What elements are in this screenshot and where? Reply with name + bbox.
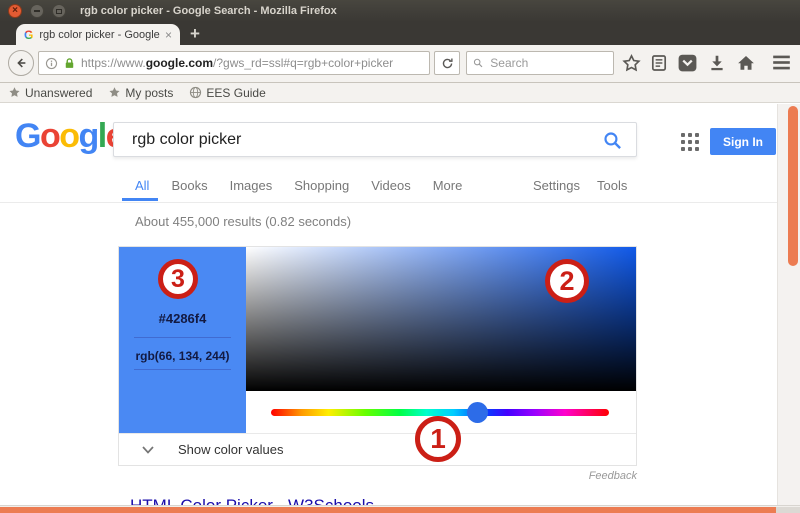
chevron-down-icon — [141, 445, 155, 455]
google-result-tabs: All Books Images Shopping Videos More — [135, 178, 462, 193]
google-search-box[interactable] — [113, 122, 637, 157]
bookmarks-panel-icon[interactable] — [650, 54, 668, 72]
toolbar-search[interactable] — [466, 51, 614, 75]
close-icon: × — [12, 6, 18, 16]
url-text[interactable]: https://www.google.com/?gws_rd=ssl#q=rgb… — [81, 56, 393, 70]
color-selection-marker[interactable] — [649, 245, 673, 269]
show-color-values-row[interactable]: Show color values — [119, 434, 636, 465]
divider — [134, 369, 231, 370]
tab-books[interactable]: Books — [171, 178, 207, 193]
info-icon[interactable] — [45, 57, 58, 70]
result-stats: About 455,000 results (0.82 seconds) — [135, 214, 351, 229]
tabs-divider — [0, 202, 778, 203]
lock-icon[interactable] — [63, 57, 76, 70]
tab-settings[interactable]: Settings — [533, 178, 580, 193]
logo-letter: o — [40, 117, 59, 155]
bookmark-label: Unanswered — [25, 86, 92, 100]
active-tab-underline — [122, 198, 158, 201]
rgb-value: rgb(66, 134, 244) — [119, 349, 246, 363]
search-submit-icon[interactable] — [603, 131, 622, 150]
window-maximize-button[interactable] — [52, 4, 66, 18]
window-close-button[interactable]: × — [8, 4, 22, 18]
bookmark-item-my-posts[interactable]: My posts — [108, 86, 173, 100]
google-search-input[interactable] — [130, 130, 592, 150]
pocket-icon[interactable] — [678, 54, 697, 72]
tab-images[interactable]: Images — [230, 178, 273, 193]
logo-letter: g — [79, 117, 98, 155]
bookmarks-toolbar: Unanswered My posts EES Guide — [0, 83, 800, 103]
horizontal-scrollbar-track[interactable] — [0, 505, 800, 513]
home-icon[interactable] — [737, 54, 755, 72]
hue-slider[interactable] — [271, 409, 609, 416]
maximize-icon — [56, 9, 62, 14]
bookmark-label: EES Guide — [206, 86, 265, 100]
google-logo: Google — [15, 116, 123, 156]
tab-all[interactable]: All — [135, 178, 149, 193]
bookmark-star-icon[interactable] — [622, 54, 641, 73]
logo-letter: l — [98, 117, 106, 155]
show-color-values-label: Show color values — [178, 442, 284, 457]
google-tools-tabs: Settings Tools — [533, 178, 627, 193]
new-tab-button[interactable]: + — [190, 24, 200, 44]
back-arrow-icon — [14, 56, 28, 70]
sign-in-button[interactable]: Sign In — [710, 128, 776, 155]
tab-more[interactable]: More — [433, 178, 463, 193]
firefox-window: × rgb color picker - Google Search - Moz… — [0, 0, 800, 513]
bookmark-label: My posts — [125, 86, 173, 100]
page-content: Google Sign In All Books Images Shopping… — [0, 104, 800, 505]
download-icon[interactable] — [708, 54, 726, 72]
search-icon — [473, 57, 483, 69]
star-icon — [8, 86, 21, 99]
vertical-scrollbar-thumb[interactable] — [788, 106, 798, 266]
url-bar[interactable]: https://www.google.com/?gws_rd=ssl#q=rgb… — [38, 51, 430, 75]
star-icon — [108, 86, 121, 99]
tab-videos[interactable]: Videos — [371, 178, 411, 193]
annotation-circle-1: 1 — [415, 416, 461, 462]
feedback-link[interactable]: Feedback — [118, 470, 637, 482]
reload-icon — [441, 57, 454, 70]
minimize-icon — [34, 10, 40, 12]
tab-shopping[interactable]: Shopping — [294, 178, 349, 193]
url-scheme: https://www. — [81, 56, 146, 70]
tab-close-icon[interactable]: × — [165, 28, 172, 42]
url-domain: google.com — [146, 56, 213, 70]
navigation-toolbar: https://www.google.com/?gws_rd=ssl#q=rgb… — [0, 45, 800, 83]
vertical-scrollbar-track[interactable] — [777, 104, 800, 505]
hex-value: #4286f4 — [119, 311, 246, 326]
google-favicon-icon: G — [24, 28, 33, 42]
tab-title: rgb color picker - Google — [39, 29, 161, 41]
annotation-circle-3: 3 — [158, 259, 198, 299]
window-minimize-button[interactable] — [30, 4, 44, 18]
reload-button[interactable] — [434, 51, 460, 75]
globe-icon — [189, 86, 202, 99]
search-input[interactable] — [488, 55, 607, 71]
bookmark-item-ees-guide[interactable]: EES Guide — [189, 86, 265, 100]
tab-bar: G rgb color picker - Google × + — [0, 22, 800, 45]
apps-grid-icon[interactable] — [681, 133, 699, 151]
scrollbar-corner — [776, 507, 800, 513]
logo-letter: o — [59, 117, 78, 155]
window-titlebar: × rgb color picker - Google Search - Moz… — [0, 0, 800, 22]
horizontal-scrollbar-thumb[interactable] — [0, 507, 776, 513]
browser-tab[interactable]: G rgb color picker - Google × — [16, 24, 180, 45]
url-path: /?gws_rd=ssl#q=rgb+color+picker — [213, 56, 393, 70]
bookmark-item-unanswered[interactable]: Unanswered — [8, 86, 92, 100]
tab-tools[interactable]: Tools — [597, 178, 627, 193]
logo-letter: G — [15, 117, 40, 155]
partial-result-link[interactable]: HTML Color Picker - W3Schools — [130, 496, 374, 505]
back-button[interactable] — [8, 50, 34, 76]
hue-slider-thumb[interactable] — [467, 402, 488, 423]
window-title: rgb color picker - Google Search - Mozil… — [80, 5, 337, 17]
annotation-circle-2: 2 — [545, 259, 589, 303]
menu-icon[interactable] — [772, 54, 791, 71]
divider — [134, 337, 231, 338]
